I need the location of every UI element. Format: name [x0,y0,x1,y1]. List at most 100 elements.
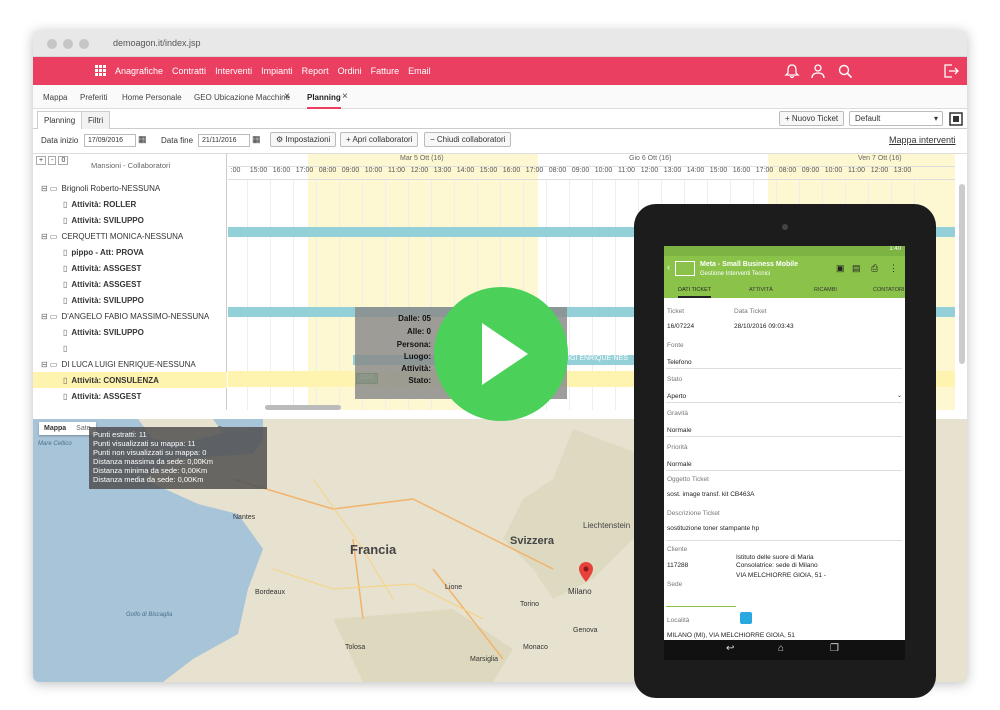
activity-row[interactable]: ▯ [33,340,227,356]
subtab-planning[interactable]: Planning [37,111,83,129]
apps-grid-icon[interactable] [95,65,106,76]
tooltip-stato: Stato: [408,376,431,385]
map-marker-icon[interactable] [579,562,593,582]
oggetto-field[interactable]: sost. image transf. kit CB463A [667,491,754,498]
collaborator-row[interactable]: ⊟ ▭ DI LUCA LUIGI ENRIQUE-NESSUNA [33,356,227,372]
activity-row[interactable]: ▯ Attività: SVILUPPO [33,324,227,340]
user-icon[interactable] [810,63,826,79]
save-all-icon[interactable]: ▤ [852,263,861,274]
back-nav-icon[interactable]: ↩ [726,643,734,654]
row-label: Attività: ASSGEST [71,279,142,289]
mappa-interventi-link[interactable]: Mappa interventi [889,135,956,145]
chiudi-collaboratori-button[interactable]: − Chiudi collaboratori [424,132,512,147]
chevron-down-icon: ⌄ [896,393,902,399]
recents-nav-icon[interactable]: ❐ [830,643,839,654]
collaborator-row[interactable]: ⊟ ▭ D'ANGELO FABIO MASSIMO-NESSUNA [33,308,227,324]
menu-fatture[interactable]: Fatture [371,66,400,76]
tab-home-personale[interactable]: Home Personale [122,93,182,102]
tooltip-alle: Alle: 0 [406,327,431,336]
ticket-label: Ticket [667,308,685,315]
descrizione-field[interactable]: sostituzione toner stampante hp [667,525,759,532]
browser-chrome: demoagon.it/index.jsp [33,30,967,57]
tab-preferiti[interactable]: Preferiti [80,93,108,102]
map-tab-mappa[interactable]: Mappa [39,422,71,435]
collaborator-row[interactable]: ⊟ ▭ Brignoli Roberto-NESSUNA [33,180,227,196]
tab-dati-ticket[interactable]: DATI TICKET [678,287,712,298]
print-icon[interactable]: ⎙ [871,263,878,274]
app-subtitle: Gestione Interventi Tecnici [700,271,771,277]
more-icon[interactable]: ⋮ [889,263,898,274]
menu-email[interactable]: Email [408,66,431,76]
nuovo-ticket-button[interactable]: + Nuovo Ticket [779,111,845,126]
subtab-filtri[interactable]: Filtri [81,111,111,129]
row-label: Brignoli Roberto-NESSUNA [61,183,161,193]
menu-contratti[interactable]: Contratti [172,66,206,76]
activity-row[interactable]: ▯ Attività: ASSGEST [33,260,227,276]
tab-planning[interactable]: Planning [307,93,341,109]
fonte-select[interactable]: Telefono [667,359,692,366]
apri-collaboratori-button[interactable]: + Apri collaboratori [340,132,419,147]
maximize-dot-icon[interactable] [79,39,89,49]
calendar-icon[interactable]: ▦ [138,134,147,145]
data-inizio-field[interactable]: 17/09/2016 [84,134,136,147]
close-tab-icon[interactable]: × [342,91,348,102]
minimize-dot-icon[interactable] [63,39,73,49]
home-nav-icon[interactable]: ⌂ [778,643,784,654]
map-label-genova: Genova [573,627,598,634]
map-label-guernsey: Guernsey [217,426,248,433]
data-fine-field[interactable]: 21/11/2016 [198,134,250,147]
tooltip-dalle: Dalle: 05 [398,314,431,323]
tab-ricambi[interactable]: RICAMBI [814,287,837,293]
map-link-icon[interactable] [740,612,752,624]
close-dot-icon[interactable] [47,39,57,49]
address-bar[interactable]: demoagon.it/index.jsp [113,38,201,48]
hour-label: 11:00 [848,167,865,174]
document-icon: ▯ [63,327,68,337]
activity-row[interactable]: ▯ Attività: SVILUPPO [33,212,227,228]
reset-button[interactable]: 0 [58,156,69,165]
row-label: D'ANGELO FABIO MASSIMO-NESSUNA [61,311,210,321]
vertical-scrollbar[interactable] [959,184,965,364]
menu-ordini[interactable]: Ordini [338,66,362,76]
map-label-bordeaux: Bordeaux [255,589,285,596]
priorita-select[interactable]: Normale [667,461,692,468]
view-select[interactable]: Default ▾ [849,111,943,126]
close-tab-icon[interactable]: × [284,91,290,102]
expand-button[interactable]: + [36,156,47,165]
menu-report[interactable]: Report [302,66,329,76]
collapse-button[interactable]: - [48,156,57,165]
collaborator-row[interactable]: ⊟ ▭ CERQUETTI MONICA-NESSUNA [33,228,227,244]
horizontal-scrollbar[interactable] [265,405,341,410]
play-video-button[interactable] [434,287,568,421]
activity-row[interactable]: ▯ Attività: ROLLER [33,196,227,212]
tab-geo-ubicazione[interactable]: GEO Ubicazione Macchine [194,93,290,102]
hour-label: 13:00 [663,167,682,174]
bell-icon[interactable] [784,63,800,79]
activity-row[interactable]: ▯ pippo - Att: PROVA [33,244,227,260]
folder-icon: ⊟ ▭ [41,231,58,241]
stato-select[interactable]: Aperto [667,393,686,400]
search-icon[interactable] [837,63,853,79]
map-label-lione: Lione [445,584,463,591]
tablet-device: 1:40 ‹ Meta - Small Business Mobile Gest… [634,204,936,698]
activity-row[interactable]: ▯ Attività: SVILUPPO [33,292,227,308]
save-icon[interactable]: ▣ [836,263,845,274]
back-icon[interactable]: ‹ [667,262,670,272]
sede-field[interactable] [666,606,736,607]
activity-row[interactable]: ▯ Attività: ASSGEST [33,276,227,292]
tab-mappa[interactable]: Mappa [43,93,67,102]
document-icon: ▯ [63,263,68,273]
activity-row[interactable]: ▯ Attività: CONSULENZA [33,372,227,388]
gravita-select[interactable]: Normale [667,427,692,434]
menu-interventi[interactable]: Interventi [215,66,252,76]
calendar-icon[interactable]: ▦ [252,134,261,145]
impostazioni-button[interactable]: ⚙ Impostazioni [270,132,337,147]
hour-label: 15:00 [249,167,268,174]
menu-impianti[interactable]: Impianti [261,66,293,76]
fullscreen-icon[interactable] [949,112,963,126]
menu-anagrafiche[interactable]: Anagrafiche [115,66,163,76]
tab-contatori[interactable]: CONTATORI [873,287,904,293]
tab-attivita[interactable]: ATTIVITÀ [749,287,773,293]
activity-row[interactable]: ▯ Attività: ASSGEST [33,388,227,404]
logout-icon[interactable] [943,63,959,79]
